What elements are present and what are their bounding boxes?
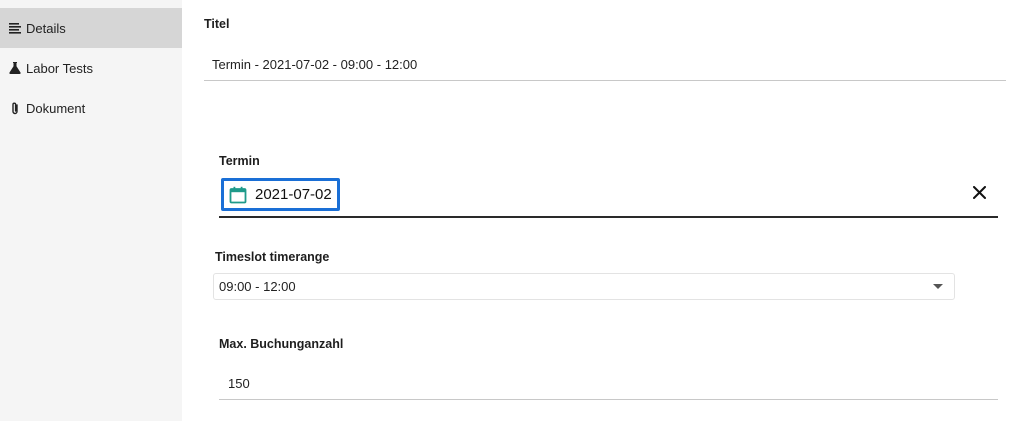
sidebar-item-details[interactable]: Details <box>0 8 182 48</box>
close-icon <box>972 186 986 204</box>
paperclip-icon <box>9 102 21 114</box>
flask-icon <box>9 62 21 74</box>
termin-date-input[interactable]: 2021-07-02 <box>221 178 340 211</box>
max-buchung-label: Max. Buchunganzahl <box>219 337 344 351</box>
max-buchung-underline <box>219 399 998 400</box>
sidebar-item-labor-tests[interactable]: Labor Tests <box>0 48 182 88</box>
sidebar-item-label: Dokument <box>26 100 86 116</box>
termin-label: Termin <box>219 154 260 168</box>
caret-down-icon <box>933 284 943 289</box>
termin-underline <box>219 216 998 218</box>
sidebar-item-dokument[interactable]: Dokument <box>0 88 182 128</box>
titel-underline <box>204 80 1006 81</box>
timeslot-select[interactable]: 09:00 - 12:00 <box>213 273 955 300</box>
max-buchung-input[interactable]: 150 <box>228 376 250 391</box>
calendar-icon <box>229 186 247 204</box>
list-icon <box>9 22 21 34</box>
titel-input[interactable]: Termin - 2021-07-02 - 09:00 - 12:00 <box>212 57 417 72</box>
titel-label: Titel <box>204 17 230 31</box>
sidebar-item-label: Details <box>26 20 66 36</box>
sidebar-item-label: Labor Tests <box>26 60 93 76</box>
clear-date-button[interactable] <box>968 184 990 206</box>
termin-date-value: 2021-07-02 <box>255 186 332 203</box>
timeslot-label: Timeslot timerange <box>215 250 330 264</box>
sidebar: Details Labor Tests Dokument <box>0 0 182 421</box>
timeslot-selected-value: 09:00 - 12:00 <box>219 279 296 294</box>
